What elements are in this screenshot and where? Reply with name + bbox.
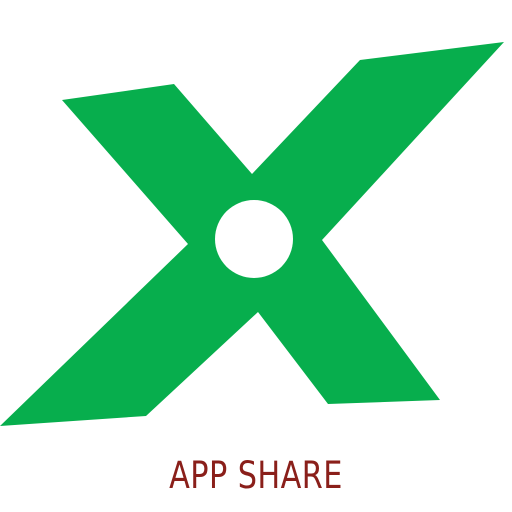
x-logo-icon bbox=[0, 42, 504, 426]
x-logo-center-hole bbox=[215, 200, 293, 278]
app-logo bbox=[0, 0, 512, 512]
app-brand-label: APP SHARE bbox=[169, 454, 343, 497]
